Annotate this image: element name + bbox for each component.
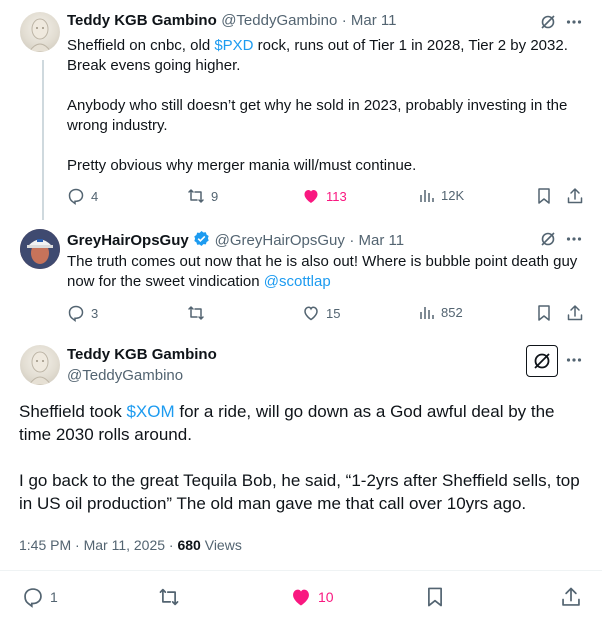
heart-icon <box>304 306 318 321</box>
view-count: 12K <box>441 187 465 203</box>
share-icon[interactable] <box>566 304 584 322</box>
reply-count: 1 <box>50 589 58 605</box>
repost-button[interactable]: 9 <box>187 187 218 205</box>
grok-icon <box>534 353 550 369</box>
like-button[interactable]: 15 <box>302 304 340 322</box>
mention-link[interactable]: @scottlap <box>264 273 331 290</box>
reply-count: 4 <box>91 188 99 204</box>
tweet-date[interactable]: · Mar 11 <box>342 12 397 29</box>
like-count: 113 <box>326 188 347 204</box>
repost-button[interactable] <box>187 304 211 322</box>
author-handle[interactable]: @GreyHairOpsGuy <box>215 232 345 249</box>
cashtag-link[interactable]: $PXD <box>214 37 253 54</box>
divider <box>0 570 602 571</box>
view-count: 852 <box>441 304 463 320</box>
grok-button[interactable] <box>526 345 558 377</box>
like-button[interactable]: 10 <box>290 586 334 608</box>
tweet-timestamp[interactable]: 1:45 PM · Mar 11, 2025 · <box>19 537 177 553</box>
like-count: 15 <box>326 305 341 321</box>
author-name[interactable]: Teddy KGB Gambino <box>67 346 217 363</box>
views-label: Views <box>200 537 242 553</box>
like-count: 10 <box>318 589 334 605</box>
tweet-header: Teddy KGB Gambino @TeddyGambino · Mar 11 <box>67 12 397 30</box>
more-options-icon[interactable] <box>566 357 582 363</box>
person-hardhat-avatar-icon <box>20 229 60 269</box>
thread-connector <box>42 60 44 220</box>
avatar[interactable] <box>20 229 60 269</box>
analytics-icon <box>420 190 434 202</box>
view-count: 680 <box>177 537 201 553</box>
repost-count: 9 <box>211 188 219 204</box>
more-options-icon[interactable] <box>566 19 582 25</box>
reply-icon <box>68 188 84 205</box>
verified-badge-icon <box>194 230 209 247</box>
grok-icon[interactable] <box>539 230 557 248</box>
like-button[interactable]: 113 <box>302 187 347 205</box>
text-segment: rock, runs out of Tier 1 in 2028, Tier 2… <box>67 37 568 174</box>
tweet-timestamp-row: 1:45 PM · Mar 11, 2025 · 680 Views <box>19 537 242 553</box>
tweet-date[interactable]: · Mar 11 <box>349 232 404 249</box>
bookmark-icon[interactable] <box>536 304 552 322</box>
author-name[interactable]: GreyHairOpsGuy <box>67 232 189 249</box>
text-segment: Sheffield took <box>19 402 127 421</box>
views-button[interactable]: 12K <box>419 187 464 203</box>
reply-count: 3 <box>91 305 99 321</box>
author-name[interactable]: Teddy KGB Gambino <box>67 12 217 29</box>
share-icon[interactable] <box>560 586 582 608</box>
repost-icon <box>188 306 204 320</box>
tweet-text: Sheffield took $XOM for a ride, will go … <box>19 400 584 515</box>
repost-icon <box>188 189 204 203</box>
statue-avatar-icon <box>28 351 52 385</box>
avatar[interactable] <box>20 345 60 385</box>
bookmark-icon[interactable] <box>425 586 445 608</box>
analytics-icon <box>420 307 434 319</box>
heart-filled-icon <box>304 190 318 203</box>
reply-button[interactable]: 3 <box>67 304 98 322</box>
reply-button[interactable]: 4 <box>67 187 98 205</box>
grok-icon[interactable] <box>539 13 557 31</box>
avatar[interactable] <box>20 12 60 52</box>
reply-button[interactable]: 1 <box>22 586 58 608</box>
tweet-text: Sheffield on cnbc, old $PXD rock, runs o… <box>67 36 587 176</box>
text-segment: Sheffield on cnbc, old <box>67 37 215 54</box>
more-options-icon[interactable] <box>566 236 582 242</box>
author-handle[interactable]: @TeddyGambino <box>67 367 183 384</box>
tweet-text: The truth comes out now that he is also … <box>67 252 587 292</box>
share-icon[interactable] <box>566 187 584 205</box>
author-handle[interactable]: @TeddyGambino <box>221 12 337 29</box>
bookmark-icon[interactable] <box>536 187 552 205</box>
cashtag-link[interactable]: $XOM <box>126 402 174 421</box>
views-button[interactable]: 852 <box>419 304 463 320</box>
statue-avatar-icon <box>28 18 52 52</box>
heart-filled-icon <box>293 589 309 606</box>
repost-icon <box>159 588 179 606</box>
repost-button[interactable] <box>158 586 186 608</box>
tweet-header: GreyHairOpsGuy @GreyHairOpsGuy · Mar 11 <box>67 230 404 250</box>
reply-icon <box>68 305 84 322</box>
reply-icon <box>24 588 42 608</box>
